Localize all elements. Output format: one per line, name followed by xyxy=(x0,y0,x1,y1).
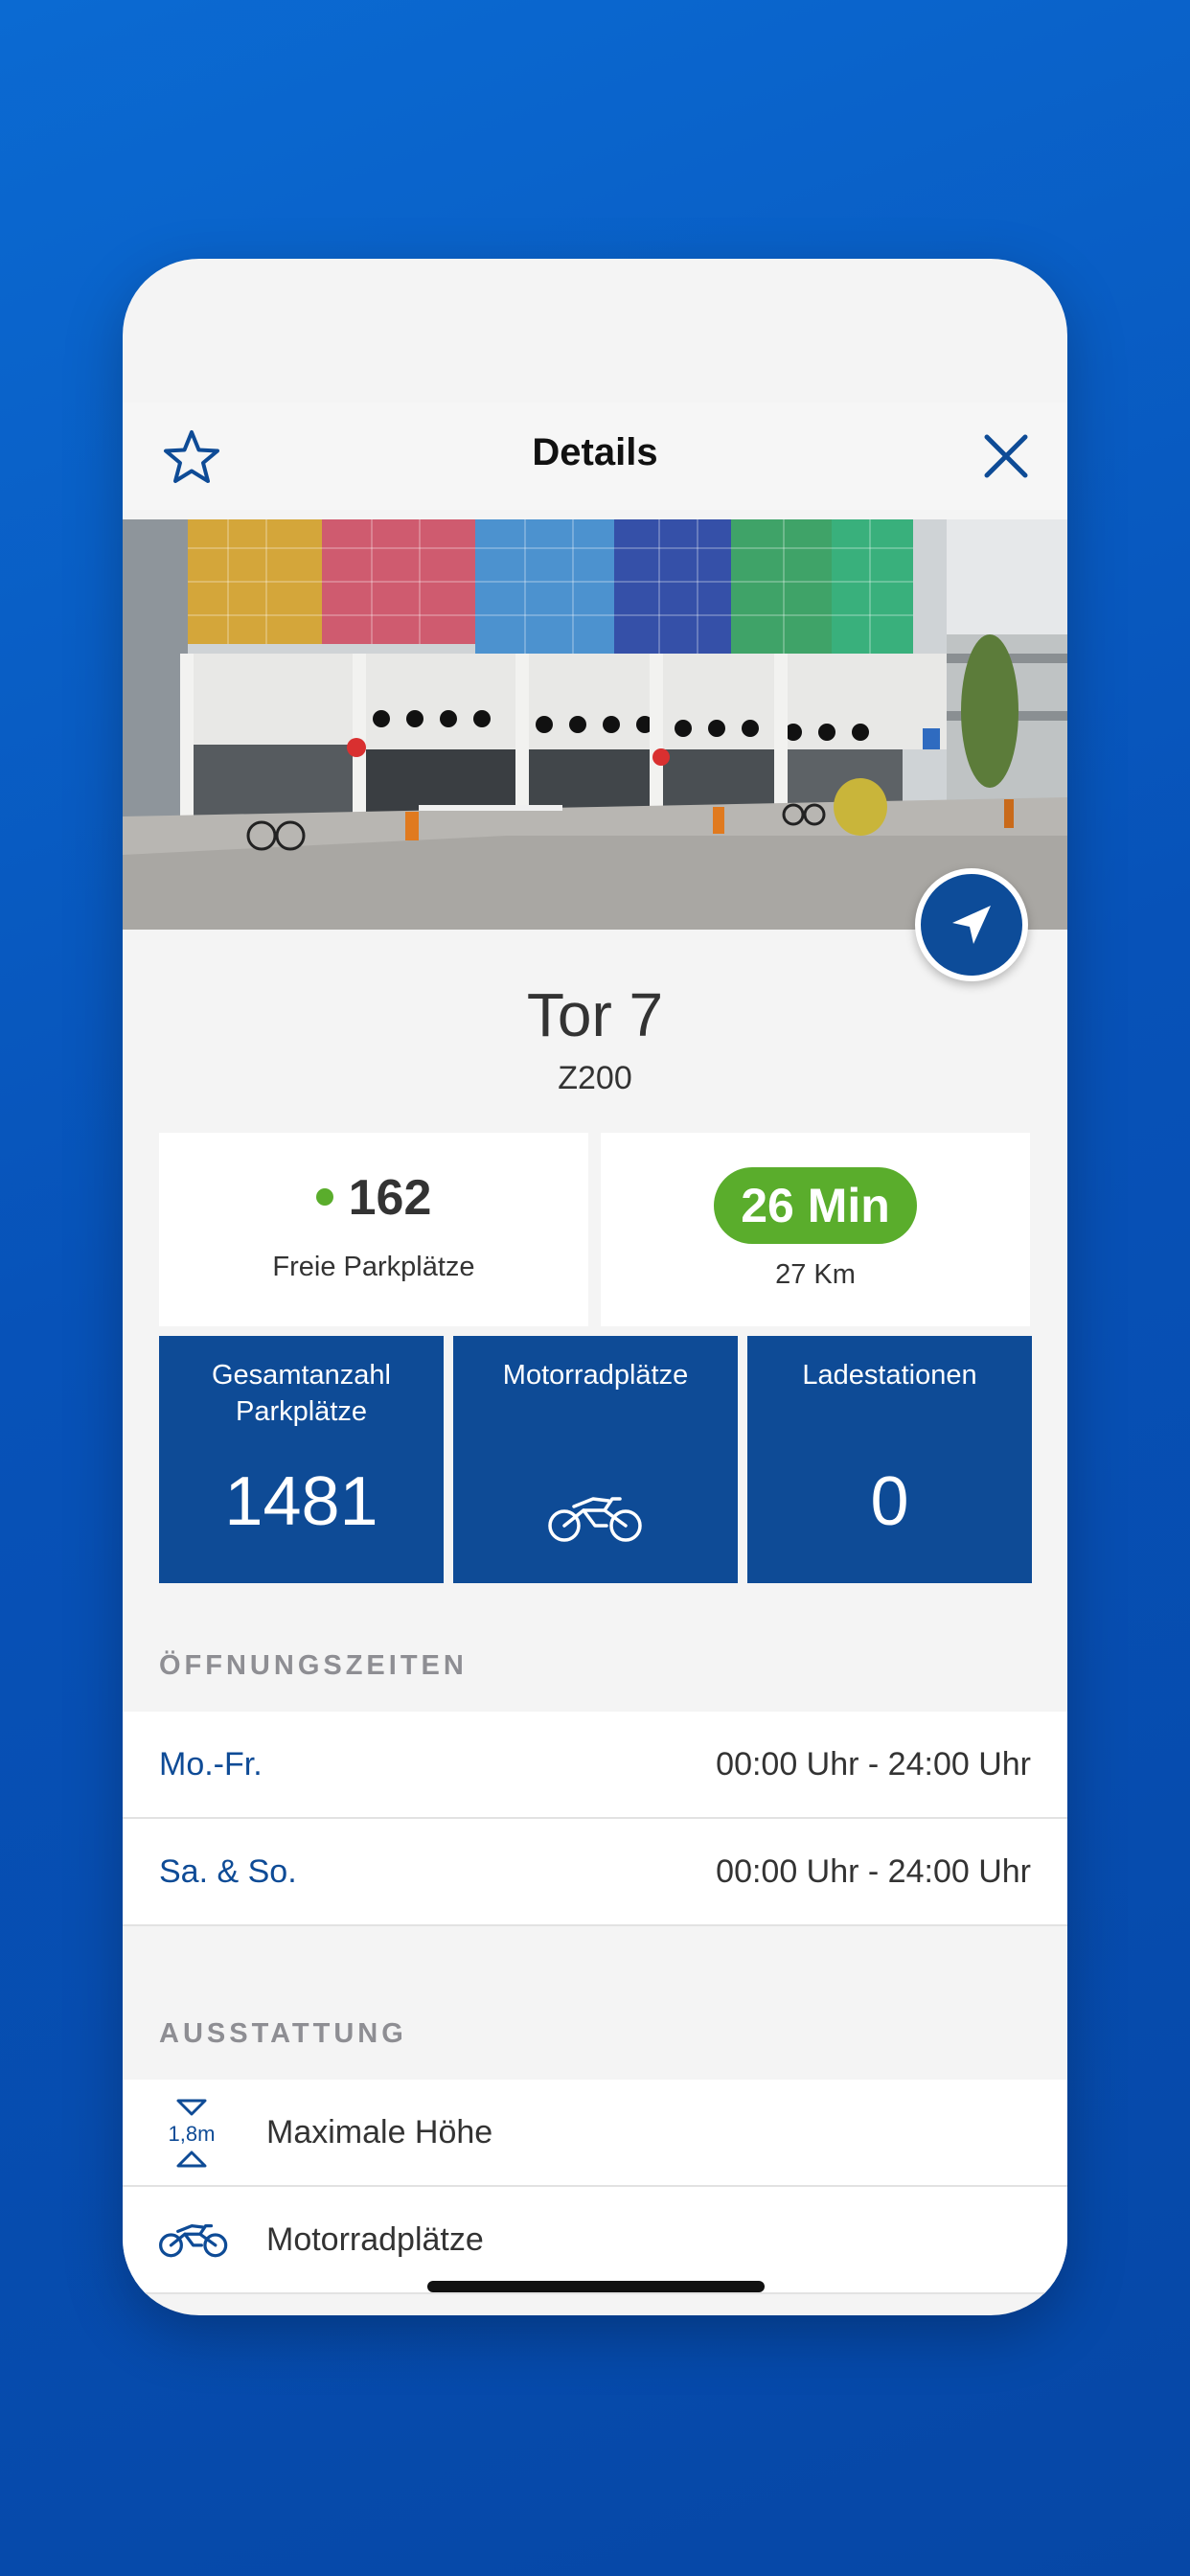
equipment-heading: AUSSTATTUNG xyxy=(159,2018,407,2049)
motorcycle-icon xyxy=(158,2223,228,2258)
equipment-label: Motorradplätze xyxy=(266,2221,484,2258)
tile-value: 0 xyxy=(870,1463,909,1540)
opening-hours-row: Sa. & So. 00:00 Uhr - 24:00 Uhr xyxy=(123,1819,1067,1926)
opening-hours-heading: ÖFFNUNGSZEITEN xyxy=(159,1650,468,1681)
equipment-item: Motorradplätze xyxy=(123,2187,1067,2294)
drive-time-badge: 26 Min xyxy=(714,1167,917,1244)
charging-stations-tile: Ladestationen 0 xyxy=(747,1336,1032,1583)
page-title: Details xyxy=(532,431,658,473)
opening-days: Sa. & So. xyxy=(159,1853,297,1890)
parking-garage-photo xyxy=(123,519,1067,930)
tile-value: 1481 xyxy=(224,1463,378,1540)
free-spaces-card: 162 Freie Parkplätze xyxy=(159,1133,588,1326)
navigation-bar: Details xyxy=(123,402,1067,510)
parking-code: Z200 xyxy=(558,1060,632,1096)
distance-label: 27 Km xyxy=(775,1259,856,1290)
start-navigation-button[interactable] xyxy=(915,868,1028,981)
free-spaces-count: 162 xyxy=(159,1169,588,1227)
free-spaces-label: Freie Parkplätze xyxy=(272,1252,475,1282)
navigation-arrow-icon xyxy=(952,906,991,944)
opening-hours: 00:00 Uhr - 24:00 Uhr xyxy=(716,1853,1031,1890)
travel-time-card: 26 Min 27 Km xyxy=(601,1133,1030,1326)
tile-label: Motorradplätze xyxy=(502,1360,689,1391)
max-height-icon: 1,8m xyxy=(169,2099,216,2168)
home-indicator[interactable] xyxy=(427,2281,765,2292)
opening-days: Mo.-Fr. xyxy=(159,1746,263,1782)
free-spaces-value: 162 xyxy=(348,1170,432,1226)
phone-screen: Details Tor 7 Z200 162 Freie Parkplätze … xyxy=(123,259,1067,2315)
tile-label: Ladestationen xyxy=(802,1360,977,1391)
motorcycle-spaces-tile: Motorradplätze xyxy=(453,1336,738,1583)
total-spaces-tile: Gesamtanzahl Parkplätze 1481 xyxy=(159,1336,444,1583)
status-dot-icon xyxy=(315,1188,333,1207)
parking-name: Tor 7 xyxy=(526,980,664,1049)
tile-label: Gesamtanzahl Parkplätze xyxy=(212,1360,391,1427)
opening-hours-row: Mo.-Fr. 00:00 Uhr - 24:00 Uhr xyxy=(123,1712,1067,1819)
opening-hours: 00:00 Uhr - 24:00 Uhr xyxy=(716,1746,1031,1782)
equipment-item: 1,8m Maximale Höhe xyxy=(123,2080,1067,2187)
close-icon[interactable] xyxy=(979,429,1033,483)
max-height-value: 1,8m xyxy=(169,2122,216,2146)
equipment-label: Maximale Höhe xyxy=(266,2114,493,2150)
motorcycle-icon xyxy=(548,1497,642,1542)
